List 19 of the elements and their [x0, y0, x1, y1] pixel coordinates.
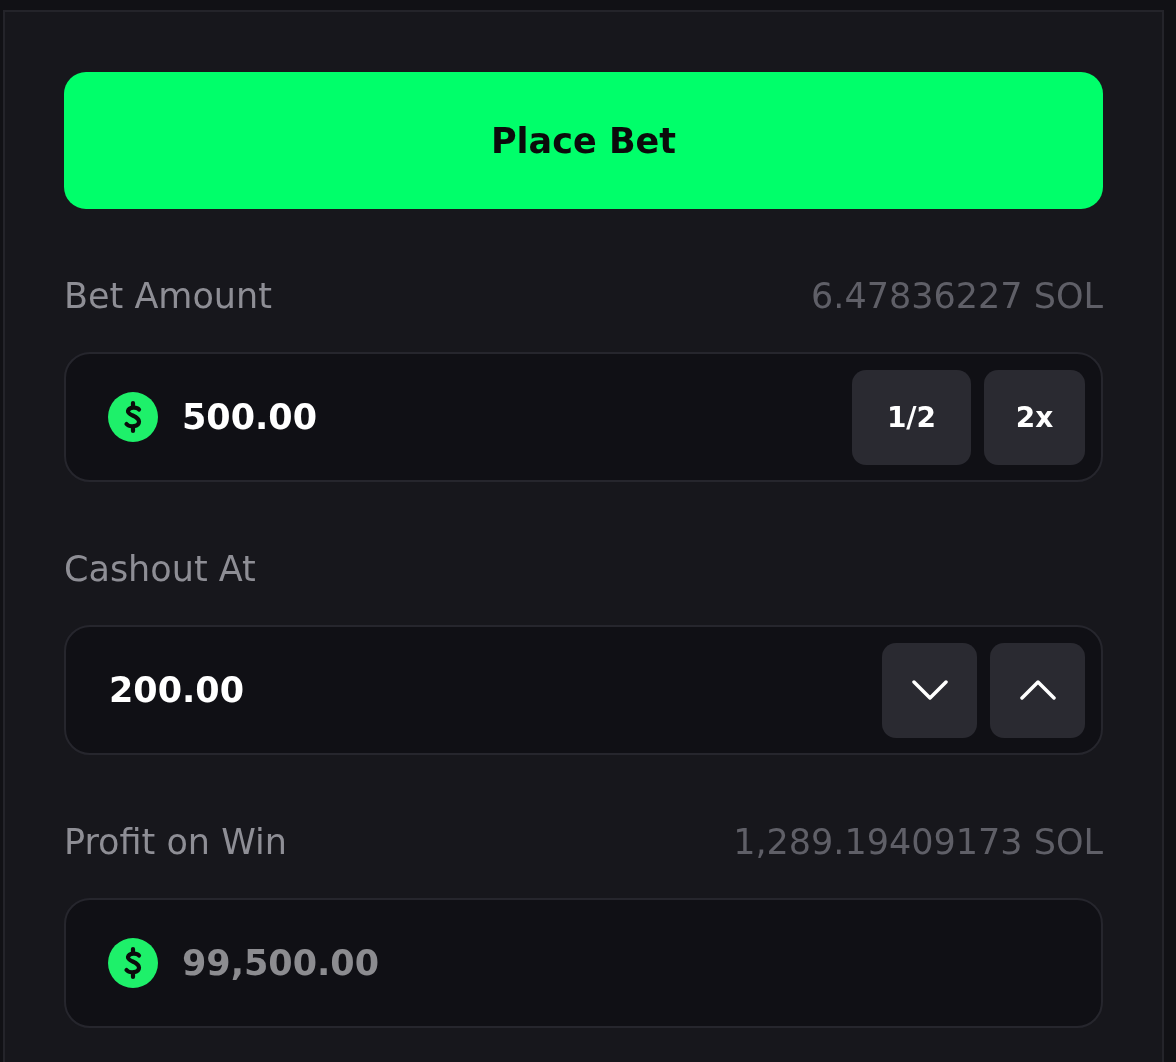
balance-text: 1,289.19409173 SOL: [733, 822, 1103, 862]
dollar-coin-icon: [108, 938, 158, 988]
decrease-button[interactable]: [882, 642, 977, 738]
field-label: Profit on Win: [64, 822, 287, 862]
field-value: 500.00: [182, 397, 319, 437]
field-label: Bet Amount: [64, 276, 272, 316]
increase-button[interactable]: [990, 642, 1085, 738]
place-bet-button[interactable]: Place Bet: [64, 72, 1103, 209]
dollar-coin-icon: [108, 392, 158, 442]
amount-button[interactable]: 2x: [984, 369, 1085, 465]
chevron-up-icon: [1019, 680, 1056, 700]
field-value: 99,500.00: [182, 943, 381, 983]
number-field[interactable]: 500.00 1/2 2x: [64, 352, 1103, 482]
number-field[interactable]: 200.00: [64, 625, 1103, 755]
field-label: Cashout At: [64, 549, 256, 589]
field-value: 200.00: [109, 670, 246, 710]
amount-button[interactable]: 1/2: [852, 369, 971, 465]
chevron-down-icon: [911, 680, 948, 700]
balance-text: 6.47836227 SOL: [811, 276, 1103, 316]
